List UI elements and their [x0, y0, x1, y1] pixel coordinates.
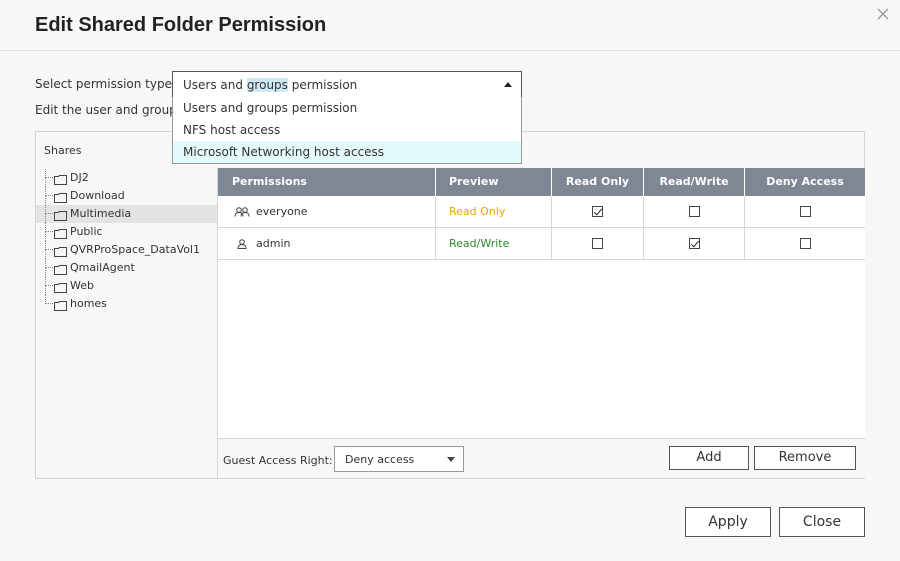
user-name: admin [256, 237, 291, 250]
tree-item[interactable]: QmailAgent [36, 259, 217, 277]
read-only-checkbox[interactable] [592, 238, 603, 249]
read-write-checkbox[interactable] [688, 238, 700, 249]
permission-type-select[interactable]: Users and groups permission [172, 71, 522, 98]
shares-header: Shares [44, 144, 82, 157]
close-icon[interactable] [876, 7, 890, 21]
column-permissions[interactable]: Permissions [218, 168, 436, 196]
dialog-title: Edit Shared Folder Permission [35, 14, 327, 36]
table-row[interactable]: admin Read/Write [218, 228, 865, 260]
apply-button[interactable]: Apply [685, 507, 771, 537]
guest-access-label: Guest Access Right: [223, 454, 333, 467]
shares-tree: DJ2 Download Multimedia Public QVRProSpa… [36, 169, 217, 313]
remove-button[interactable]: Remove [754, 446, 856, 470]
deny-access-checkbox[interactable] [799, 206, 811, 217]
permission-type-dropdown: Users and groups permission NFS host acc… [172, 97, 522, 164]
permission-panel: Shares DJ2 Download Multimedia Public QV… [35, 131, 866, 479]
permission-type-value: Users and groups permission [183, 78, 358, 92]
guest-access-value: Deny access [345, 453, 415, 466]
table-row[interactable]: everyone Read Only [218, 196, 865, 228]
grid-header: Permissions Preview Read Only Read/Write… [218, 168, 865, 196]
read-only-checkbox[interactable] [592, 206, 603, 217]
column-read-write[interactable]: Read/Write [644, 168, 745, 196]
user-name: everyone [256, 205, 308, 218]
dialog-title-bar: Edit Shared Folder Permission [0, 0, 900, 51]
edit-permission-label: Edit the user and group permission [35, 103, 175, 117]
option-users-groups[interactable]: Users and groups permission [173, 97, 521, 119]
close-button[interactable]: Close [779, 507, 865, 537]
tree-item[interactable]: Public [36, 223, 217, 241]
chevron-down-icon [447, 457, 455, 462]
tree-item[interactable]: DJ2 [36, 169, 217, 187]
read-write-checkbox[interactable] [688, 206, 700, 217]
preview-value: Read Only [436, 196, 552, 227]
tree-item[interactable]: QVRProSpace_DataVol1 [36, 241, 217, 259]
permission-type-label: Select permission type: [35, 77, 177, 91]
chevron-up-icon [504, 82, 512, 87]
user-icon [234, 238, 250, 249]
column-deny-access[interactable]: Deny Access [745, 168, 865, 196]
tree-item[interactable]: Web [36, 277, 217, 295]
folder-icon [54, 299, 67, 317]
option-microsoft-networking[interactable]: Microsoft Networking host access [173, 141, 521, 163]
option-nfs-host-access[interactable]: NFS host access [173, 119, 521, 141]
tree-item[interactable]: Download [36, 187, 217, 205]
guest-access-select[interactable]: Deny access [334, 446, 464, 472]
column-preview[interactable]: Preview [436, 168, 552, 196]
add-button[interactable]: Add [669, 446, 749, 470]
tree-item-selected[interactable]: Multimedia [36, 205, 217, 223]
tree-item[interactable]: homes [36, 295, 217, 313]
preview-value: Read/Write [436, 228, 552, 259]
grid-footer: Guest Access Right: Deny access Add Remo… [218, 438, 866, 478]
deny-access-checkbox[interactable] [799, 238, 811, 249]
group-icon [234, 206, 250, 217]
column-read-only[interactable]: Read Only [552, 168, 644, 196]
permission-grid: Permissions Preview Read Only Read/Write… [217, 168, 866, 478]
